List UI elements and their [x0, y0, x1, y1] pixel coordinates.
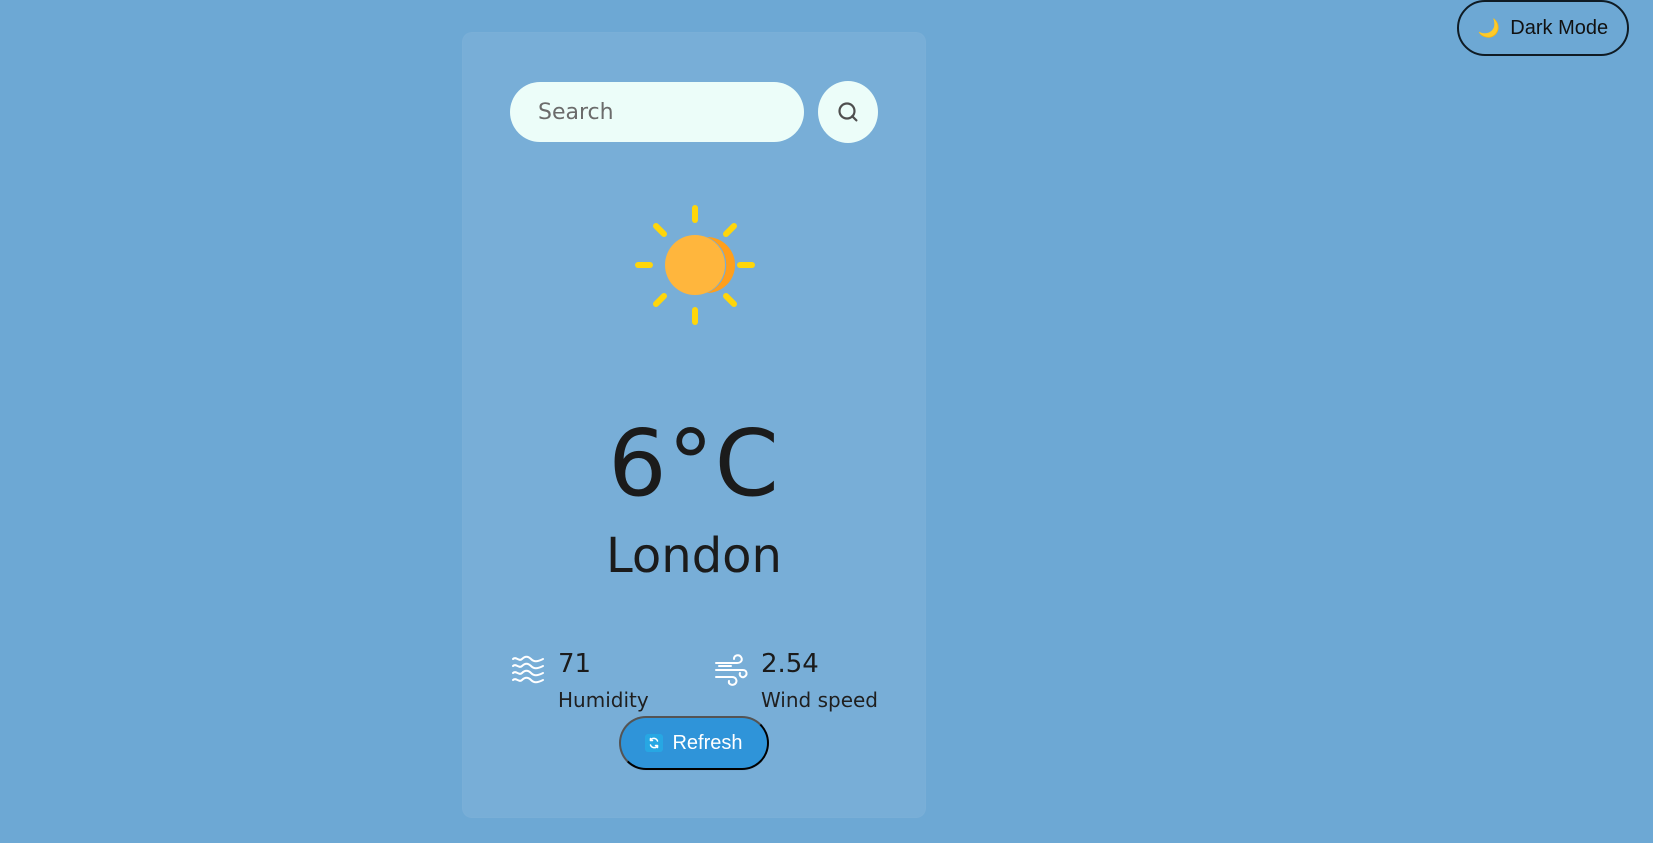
- humidity-text: 71 Humidity: [558, 650, 649, 710]
- wind-stat: 2.54 Wind speed: [713, 650, 878, 712]
- humidity-value: 71: [558, 649, 592, 679]
- dark-mode-label: Dark Mode: [1510, 16, 1609, 39]
- wind-value: 2.54: [760, 649, 819, 679]
- search-input[interactable]: [510, 82, 804, 142]
- weather-card: 6°C London 71 Humidity 2.54: [462, 32, 926, 818]
- refresh-button[interactable]: Refresh: [619, 716, 769, 770]
- wind-label: Wind speed: [760, 688, 878, 712]
- wind-text: 2.54 Wind speed: [761, 650, 878, 710]
- dark-mode-toggle[interactable]: 🌙 Dark Mode: [1457, 0, 1629, 56]
- humidity-label: Humidity: [558, 688, 649, 712]
- search-button[interactable]: [818, 81, 878, 143]
- refresh-icon: [645, 734, 664, 752]
- city-name: London: [606, 528, 782, 584]
- humidity-stat: 71 Humidity: [510, 650, 649, 712]
- moon-icon: 🌙: [1477, 18, 1501, 38]
- search-bar: [510, 81, 878, 143]
- sun-icon: [635, 205, 755, 325]
- humidity-icon: [512, 655, 544, 684]
- temperature: 6°C: [608, 410, 780, 517]
- refresh-label: Refresh: [672, 731, 743, 754]
- wind-icon: [714, 654, 748, 686]
- search-icon: [838, 102, 858, 122]
- weather-details: 71 Humidity 2.54 Wind speed: [510, 650, 878, 712]
